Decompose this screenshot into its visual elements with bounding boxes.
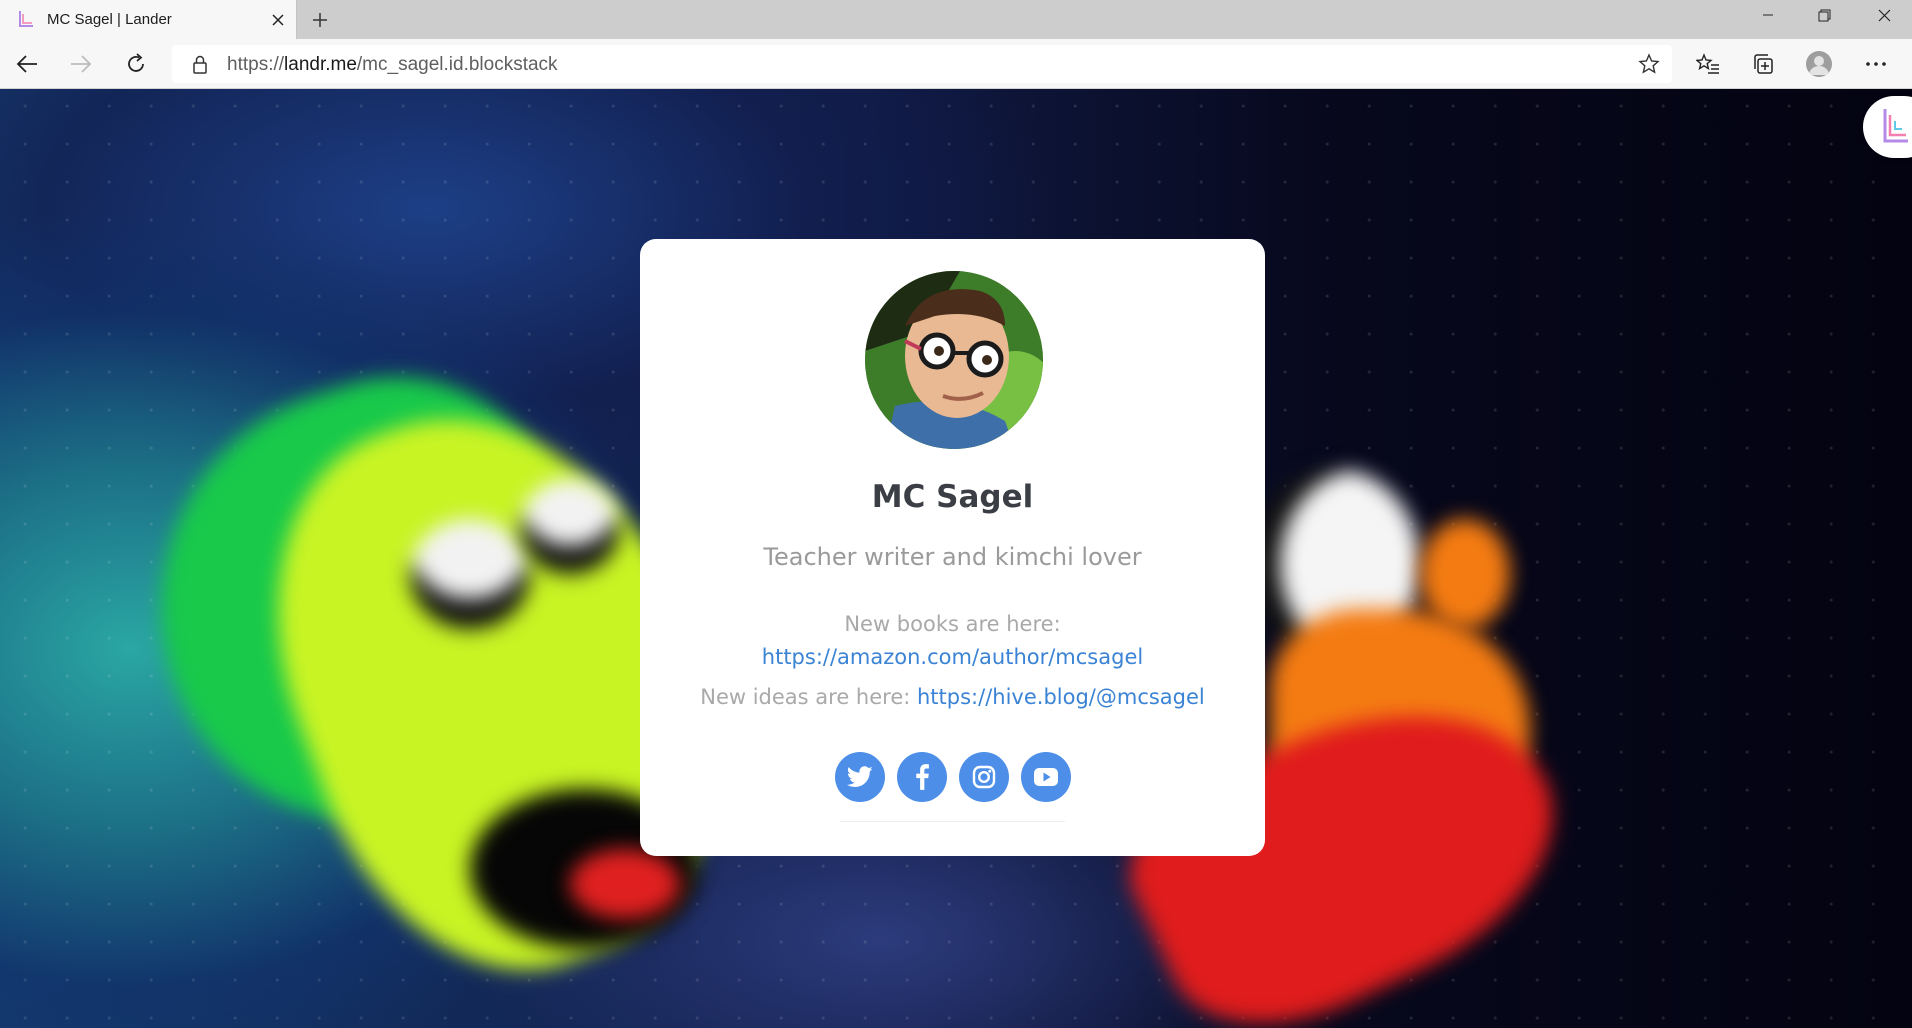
profile-name: MC Sagel xyxy=(871,479,1034,515)
maximize-icon[interactable] xyxy=(1796,0,1852,30)
instagram-icon[interactable] xyxy=(958,752,1009,802)
facebook-icon[interactable] xyxy=(896,752,947,802)
lock-icon[interactable] xyxy=(190,54,210,74)
profile-tagline: Teacher writer and kimchi lover xyxy=(763,543,1142,571)
background-left-tongue xyxy=(570,849,680,919)
youtube-icon[interactable] xyxy=(1020,752,1071,802)
profile-card: MC Sagel Teacher writer and kimchi lover… xyxy=(640,239,1265,856)
profile-photo xyxy=(865,271,1043,449)
favorites-icon[interactable] xyxy=(1690,46,1726,82)
bio-books-label: New books are here: xyxy=(844,612,1061,636)
bio-ideas-label: New ideas are here: xyxy=(700,685,917,709)
address-bar[interactable]: https://landr.me/mc_sagel.id.blockstack xyxy=(172,45,1672,83)
tab-strip: MC Sagel | Lander xyxy=(0,0,1912,39)
more-icon[interactable] xyxy=(1858,46,1894,82)
twitter-icon[interactable] xyxy=(834,752,885,802)
forward-icon[interactable] xyxy=(63,46,99,82)
new-tab-icon[interactable] xyxy=(306,6,334,34)
browser-toolbar: https://landr.me/mc_sagel.id.blockstack xyxy=(0,39,1912,89)
url-text[interactable]: https://landr.me/mc_sagel.id.blockstack xyxy=(227,54,558,76)
back-icon[interactable] xyxy=(9,46,45,82)
star-icon[interactable] xyxy=(1638,53,1660,75)
profile-bio: New books are here: https://amazon.com/a… xyxy=(640,608,1265,714)
collections-icon[interactable] xyxy=(1745,46,1781,82)
background-left-eye-2 xyxy=(520,479,620,574)
profile-icon[interactable] xyxy=(1806,51,1832,77)
social-links xyxy=(640,752,1265,802)
lander-logo-button[interactable] xyxy=(1863,96,1912,158)
close-icon[interactable] xyxy=(1856,0,1912,30)
background-right-orange-fin xyxy=(1420,519,1510,629)
page-background: MC Sagel Teacher writer and kimchi lover… xyxy=(0,89,1912,1028)
amazon-link[interactable]: https://amazon.com/author/mcsagel xyxy=(762,645,1143,669)
lander-favicon-icon xyxy=(19,11,33,27)
card-divider xyxy=(840,821,1065,822)
lander-logo-icon xyxy=(1883,109,1908,143)
refresh-icon[interactable] xyxy=(118,46,154,82)
hive-link[interactable]: https://hive.blog/@mcsagel xyxy=(917,685,1205,709)
tab-close-icon[interactable] xyxy=(266,8,290,32)
minimize-icon[interactable] xyxy=(1740,0,1796,30)
browser-tab[interactable]: MC Sagel | Lander xyxy=(0,0,297,39)
background-left-eye xyxy=(410,519,530,629)
tab-title: MC Sagel | Lander xyxy=(47,11,172,28)
